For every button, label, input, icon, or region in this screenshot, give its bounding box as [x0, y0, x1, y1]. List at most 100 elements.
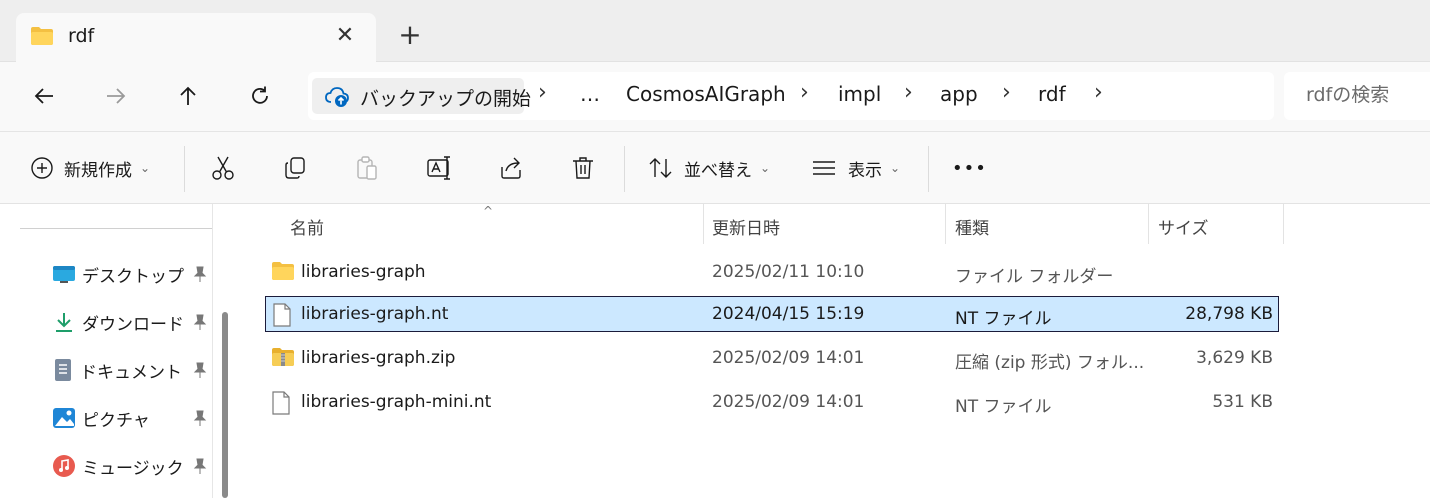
view-label: 表示 [848, 160, 882, 181]
table-row[interactable]: libraries-graph 2025/02/11 10:10 ファイル フォ… [265, 255, 1279, 291]
breadcrumb-rdf[interactable]: rdf [1038, 82, 1066, 106]
backup-button[interactable]: バックアップの開始 [312, 78, 531, 114]
breadcrumb-separator[interactable]: › [538, 80, 547, 105]
search-box[interactable] [1284, 72, 1430, 120]
folder-icon [271, 261, 295, 285]
breadcrumb-separator[interactable]: › [904, 80, 913, 105]
download-icon [56, 313, 72, 332]
file-modified: 2024/04/15 15:19 [712, 304, 865, 324]
file-modified: 2025/02/11 10:10 [712, 262, 865, 282]
music-icon [53, 455, 75, 477]
sort-label: 並べ替え [684, 160, 752, 181]
arrow-right-icon [107, 88, 126, 104]
column-header-size[interactable]: サイズ [1148, 204, 1283, 244]
breadcrumb-app[interactable]: app [940, 82, 978, 106]
sidebar-item-label: ピクチャ [82, 410, 150, 431]
table-row[interactable]: libraries-graph.nt 2024/04/15 15:19 NT フ… [265, 296, 1279, 332]
forward-button[interactable] [96, 76, 136, 116]
file-size: 28,798 KB [1185, 304, 1273, 324]
arrow-left-icon [34, 88, 53, 104]
sidebar-scrollbar[interactable] [222, 312, 228, 498]
file-size: 3,629 KB [1196, 348, 1273, 368]
close-tab-button[interactable]: ✕ [330, 21, 360, 51]
refresh-button[interactable] [240, 76, 280, 116]
pin-icon[interactable] [192, 409, 208, 431]
file-name: libraries-graph [301, 262, 426, 282]
divider [20, 228, 212, 229]
refresh-icon [252, 86, 268, 104]
divider [184, 146, 185, 192]
column-header-label: 種類 [955, 219, 989, 239]
file-type: NT ファイル [955, 397, 1052, 417]
sidebar-item-documents[interactable]: ドキュメント [52, 352, 212, 388]
new-button[interactable]: 新規作成 ⌄ [30, 150, 150, 186]
breadcrumb-separator[interactable]: › [1094, 80, 1103, 105]
breadcrumb-separator[interactable]: › [1002, 80, 1011, 105]
breadcrumb-cosmosaigraph[interactable]: CosmosAIGraph [626, 82, 786, 106]
search-input[interactable] [1306, 84, 1426, 106]
column-header-type[interactable]: 種類 [945, 204, 1148, 244]
more-options-button[interactable]: ••• [952, 150, 987, 186]
share-icon [501, 157, 521, 179]
clipboard-icon [357, 156, 377, 180]
column-header-modified[interactable]: 更新日時 [703, 204, 945, 244]
back-button[interactable] [24, 76, 64, 116]
breadcrumb-overflow[interactable]: … [580, 82, 600, 106]
view-button[interactable]: 表示 ⌄ [810, 150, 900, 186]
table-row[interactable]: libraries-graph.zip 2025/02/09 14:01 圧縮 … [265, 341, 1279, 377]
chevron-down-icon: ⌄ [760, 161, 771, 175]
sidebar-item-downloads[interactable]: ダウンロード [52, 304, 212, 340]
pin-icon[interactable] [192, 361, 208, 383]
sidebar-item-label: ドキュメント [80, 362, 182, 383]
sidebar-item-music[interactable]: ミュージック [52, 448, 212, 484]
scissors-icon [212, 156, 234, 180]
documents-icon [55, 359, 71, 381]
breadcrumb-impl[interactable]: impl [838, 82, 881, 106]
pane-divider[interactable] [212, 204, 213, 498]
divider [624, 146, 625, 192]
pin-icon[interactable] [192, 313, 208, 335]
chevron-down-icon: ⌄ [140, 161, 151, 175]
backup-label: バックアップの開始 [360, 88, 532, 110]
sidebar-item-pictures[interactable]: ピクチャ [52, 400, 212, 436]
new-tab-button[interactable]: + [392, 17, 428, 53]
chevron-down-icon: ⌄ [890, 161, 901, 175]
file-type: NT ファイル [955, 309, 1052, 329]
column-header-label: 名前 [290, 219, 324, 239]
sidebar-item-desktop[interactable]: デスクトップ [52, 256, 212, 292]
file-type: ファイル フォルダー [955, 267, 1114, 287]
file-name: libraries-graph-mini.nt [301, 392, 492, 412]
sort-button[interactable]: 並べ替え ⌄ [648, 150, 770, 186]
rename-icon [427, 156, 450, 180]
column-header-label: サイズ [1158, 219, 1209, 239]
column-header-name[interactable]: 名前 [241, 204, 703, 244]
file-list: ^ 名前 更新日時 種類 サイズ libraries-graph 2025/02… [241, 204, 1430, 498]
pin-icon[interactable] [192, 265, 208, 287]
paste-button[interactable] [354, 150, 380, 186]
sidebar-item-label: デスクトップ [82, 266, 184, 287]
file-icon [272, 303, 292, 331]
copy-button[interactable] [282, 150, 308, 186]
file-modified: 2025/02/09 14:01 [712, 392, 865, 412]
column-header-label: 更新日時 [712, 219, 780, 239]
new-label: 新規作成 [64, 160, 132, 181]
delete-button[interactable] [570, 150, 596, 186]
file-name: libraries-graph.nt [301, 304, 449, 324]
address-bar[interactable]: バックアップの開始 › … CosmosAIGraph › impl › app… [308, 72, 1274, 120]
rename-button[interactable] [426, 150, 454, 186]
view-list-icon [813, 161, 835, 175]
up-button[interactable] [168, 76, 208, 116]
share-button[interactable] [498, 150, 524, 186]
navigation-bar: バックアップの開始 › … CosmosAIGraph › impl › app… [0, 62, 1430, 132]
pin-icon[interactable] [192, 457, 208, 479]
table-row[interactable]: libraries-graph-mini.nt 2025/02/09 14:01… [265, 385, 1279, 421]
column-divider[interactable] [1283, 204, 1284, 244]
cut-button[interactable] [210, 150, 236, 186]
file-modified: 2025/02/09 14:01 [712, 348, 865, 368]
folder-icon [30, 26, 54, 50]
tab-rdf[interactable]: rdf ✕ [16, 13, 376, 62]
cloud-upload-icon [324, 84, 350, 112]
file-icon [271, 391, 291, 419]
breadcrumb-separator[interactable]: › [800, 80, 809, 105]
tab-title: rdf [68, 25, 95, 47]
